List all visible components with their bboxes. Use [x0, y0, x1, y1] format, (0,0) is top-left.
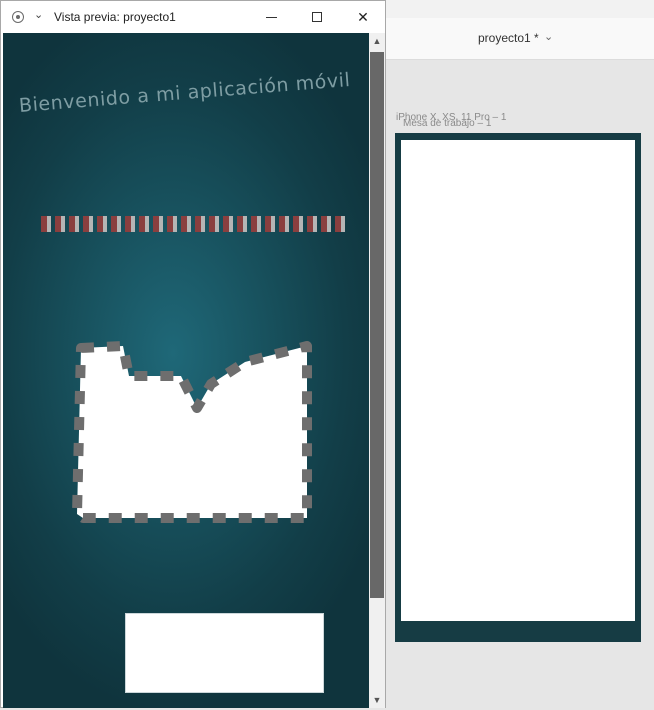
divider-segment-dark [195, 216, 201, 232]
divider-segment-dark [69, 216, 75, 232]
divider-segment-light [201, 216, 205, 232]
scroll-up-arrow-icon[interactable]: ▲ [369, 33, 385, 49]
divider-segment-light [215, 216, 219, 232]
divider-segment-dark [125, 216, 131, 232]
artboard[interactable] [395, 133, 641, 642]
divider-segment-dark [139, 216, 145, 232]
divider-segment-light [341, 216, 345, 232]
divider-segment-light [145, 216, 149, 232]
scroll-down-arrow-icon[interactable]: ▼ [369, 692, 385, 708]
design-app-top-strip [385, 0, 654, 18]
divider-segment-dark [97, 216, 103, 232]
divider-segment-light [243, 216, 247, 232]
divider-segment-dark [55, 216, 61, 232]
divider-segment-dark [41, 216, 47, 232]
close-icon: ✕ [357, 8, 369, 25]
divider-segment-light [131, 216, 135, 232]
divider-segment-light [75, 216, 79, 232]
divider-segment-dark [251, 216, 257, 232]
divider-segment-light [159, 216, 163, 232]
divider-segment-light [117, 216, 121, 232]
divider-segment-dark [223, 216, 229, 232]
divider-segment-light [299, 216, 303, 232]
divider-segment-dark [209, 216, 215, 232]
maximize-icon [312, 12, 322, 22]
divider-segment-dark [111, 216, 117, 232]
window-title: Vista previa: proyecto1 [54, 10, 176, 24]
chevron-down-icon[interactable]: ⌄ [34, 8, 43, 21]
divider-segment-light [313, 216, 317, 232]
document-title[interactable]: proyecto1 * [478, 31, 539, 45]
divider-segment-dark [237, 216, 243, 232]
divider-segment-dark [153, 216, 159, 232]
divider-segment-light [257, 216, 261, 232]
divider-segment-dark [321, 216, 327, 232]
divider-segment-light [47, 216, 51, 232]
bottom-white-box [125, 613, 324, 693]
vertical-scrollbar[interactable]: ▲ ▼ [369, 33, 385, 708]
window-titlebar[interactable]: ⌄ Vista previa: proyecto1 ✕ [1, 1, 385, 33]
welcome-heading: Bienvenido a mi aplicación móvil [18, 68, 352, 117]
divider-segment-light [89, 216, 93, 232]
divider-segment-light [187, 216, 191, 232]
divider-segment-light [173, 216, 177, 232]
document-chevron-down-icon[interactable]: ⌄ [544, 30, 553, 43]
artboard-label-secondary[interactable]: Mesa de trabajo – 1 [403, 118, 491, 129]
minimize-button[interactable] [248, 1, 294, 33]
divider-segment-dark [279, 216, 285, 232]
divider-segment-dark [181, 216, 187, 232]
divider-segment-dark [83, 216, 89, 232]
dashed-divider [41, 216, 345, 232]
divider-segment-light [271, 216, 275, 232]
close-button[interactable]: ✕ [340, 1, 386, 33]
divider-segment-light [285, 216, 289, 232]
divider-segment-dark [293, 216, 299, 232]
artboard-content-rectangle[interactable] [401, 140, 635, 621]
scroll-thumb[interactable] [370, 52, 384, 598]
shape-outline [72, 341, 312, 523]
divider-segment-dark [265, 216, 271, 232]
divider-segment-light [103, 216, 107, 232]
white-shape [72, 341, 312, 523]
record-icon[interactable] [12, 11, 24, 23]
divider-segment-light [61, 216, 65, 232]
divider-segment-dark [335, 216, 341, 232]
divider-segment-dark [167, 216, 173, 232]
divider-segment-light [327, 216, 331, 232]
preview-content: Bienvenido a mi aplicación móvil [3, 33, 369, 708]
maximize-button[interactable] [294, 1, 340, 33]
divider-segment-light [229, 216, 233, 232]
divider-segment-dark [307, 216, 313, 232]
minimize-icon [265, 16, 277, 18]
preview-window: ⌄ Vista previa: proyecto1 ✕ Bienvenido a… [0, 0, 386, 708]
